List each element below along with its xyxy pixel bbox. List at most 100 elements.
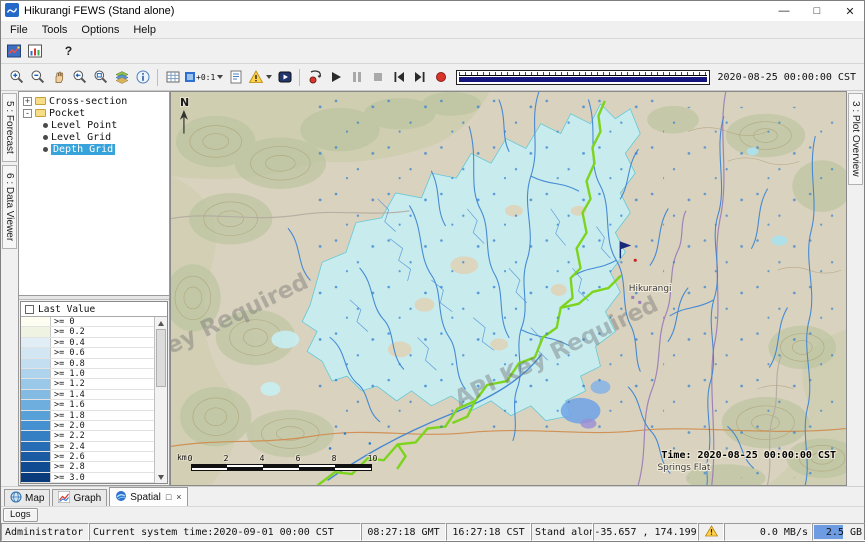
- play-button[interactable]: [325, 67, 346, 88]
- float-tab-icon[interactable]: □: [166, 492, 171, 502]
- legend-row: >= 1.4: [21, 390, 154, 400]
- legend-swatch: [21, 411, 51, 420]
- tree-item-pocket[interactable]: - Pocket: [19, 107, 169, 119]
- tree-item-level-grid[interactable]: Level Grid: [19, 131, 169, 143]
- map-time-label: Time: 2020-08-25 00:00:00 CST: [661, 450, 836, 461]
- legend-label: >= 0: [51, 317, 74, 326]
- record-movie-button[interactable]: [430, 67, 451, 88]
- menu-bar: FileToolsOptionsHelp: [1, 21, 864, 39]
- scale-tick-label: 10: [368, 454, 404, 464]
- tab-map[interactable]: Map: [4, 489, 50, 506]
- legend-row: >= 0.6: [21, 348, 154, 358]
- scrollbar-thumb[interactable]: [156, 329, 166, 387]
- last-value-label: Last Value: [38, 304, 95, 315]
- legend-row: >= 2.2: [21, 431, 154, 441]
- grid-display-button[interactable]: [162, 67, 183, 88]
- last-value-checkbox[interactable]: [25, 305, 34, 314]
- legend-row: >= 3.0: [21, 473, 154, 483]
- title-bar: Hikurangi FEWS (Stand alone) — □ ✕: [1, 1, 864, 21]
- help-button[interactable]: ?: [58, 41, 79, 62]
- legend-label: >= 0.6: [51, 348, 85, 357]
- tree-item-label: Cross-section: [49, 96, 127, 107]
- menu-item[interactable]: File: [3, 23, 35, 37]
- pause-button[interactable]: [346, 67, 367, 88]
- stop-button[interactable]: [367, 67, 388, 88]
- app-window: Hikurangi FEWS (Stand alone) — □ ✕ FileT…: [0, 0, 865, 542]
- legend-label: >= 2.4: [51, 442, 85, 451]
- legend-swatch: [21, 359, 51, 368]
- spatial-icon: [115, 490, 127, 505]
- panel-splitter[interactable]: [19, 296, 169, 300]
- menu-item[interactable]: Options: [74, 23, 126, 37]
- profile-display-button[interactable]: [225, 67, 246, 88]
- legend-row: >= 2.4: [21, 442, 154, 452]
- expand-icon[interactable]: +: [23, 97, 32, 106]
- tab-graph[interactable]: Graph: [52, 489, 107, 506]
- logs-row: Logs: [1, 506, 864, 523]
- info-button[interactable]: [132, 67, 153, 88]
- legend-row: >= 0.2: [21, 327, 154, 337]
- legend-label: >= 2.8: [51, 462, 85, 471]
- legend-swatch: [21, 400, 51, 409]
- map-canvas[interactable]: API Key Required API Key Required Hikura…: [171, 92, 846, 485]
- tab-data-viewer[interactable]: 6 : Data Viewer: [2, 165, 17, 249]
- chart-icon: [58, 491, 70, 506]
- status-warning[interactable]: [698, 523, 724, 541]
- legend-row: >= 1.6: [21, 400, 154, 410]
- tab-forecast[interactable]: 5 : Forecast: [2, 93, 17, 162]
- time-slider[interactable]: [456, 70, 709, 85]
- locality-label: Springs Flat: [658, 463, 711, 473]
- menu-item[interactable]: Tools: [35, 23, 75, 37]
- minimize-button[interactable]: —: [770, 1, 798, 21]
- current-time-button[interactable]: [304, 67, 325, 88]
- legend-label: >= 1.2: [51, 379, 85, 388]
- zoom-previous-button[interactable]: [69, 67, 90, 88]
- main-area: 5 : Forecast 6 : Data Viewer + Cross-sec…: [1, 91, 864, 486]
- tab-spatial[interactable]: Spatial □ ×: [109, 487, 187, 506]
- scale-tick-label: 6: [296, 454, 332, 464]
- zoom-in-button[interactable]: [6, 67, 27, 88]
- logs-button[interactable]: Logs: [3, 508, 38, 522]
- scroll-down-icon[interactable]: [155, 471, 167, 483]
- step-last-button[interactable]: [409, 67, 430, 88]
- scale-ticks: 0246810: [191, 454, 407, 464]
- status-local-time: 16:27:18 CST: [446, 523, 531, 541]
- maximize-button[interactable]: □: [803, 1, 831, 21]
- station-dots: [310, 97, 842, 478]
- legend-swatch: [21, 317, 51, 326]
- legend-label: >= 3.0: [51, 473, 85, 482]
- scrollbar-track[interactable]: [155, 329, 167, 471]
- movie-player-button[interactable]: [274, 67, 295, 88]
- legend-scrollbar[interactable]: [154, 317, 167, 483]
- scroll-up-icon[interactable]: [155, 317, 167, 329]
- tree-item-level-point[interactable]: Level Point: [19, 119, 169, 131]
- scale-tick-label: 0: [188, 454, 224, 464]
- timeseries-display-icon[interactable]: [25, 41, 46, 62]
- step-first-button[interactable]: [388, 67, 409, 88]
- folder-icon: [35, 97, 46, 105]
- legend-swatch: [21, 442, 51, 451]
- legend-swatch: [21, 452, 51, 461]
- legend-label: >= 1.8: [51, 411, 85, 420]
- status-coordinates: -35.657 , 174.199: [593, 523, 698, 541]
- layers-button[interactable]: [111, 67, 132, 88]
- warning-threshold-dropdown[interactable]: [246, 67, 274, 88]
- map-display-icon[interactable]: [4, 41, 25, 62]
- close-tab-icon[interactable]: ×: [176, 492, 181, 502]
- layer-tree: + Cross-section - Pocket Level Point Lev…: [19, 92, 169, 296]
- pan-hand-button[interactable]: [48, 67, 69, 88]
- status-mode: Stand alone: [531, 523, 593, 541]
- menu-item[interactable]: Help: [126, 23, 163, 37]
- zoom-out-button[interactable]: [27, 67, 48, 88]
- tree-item-depth-grid[interactable]: Depth Grid: [19, 143, 169, 155]
- close-button[interactable]: ✕: [836, 1, 864, 21]
- zoom-extent-button[interactable]: [90, 67, 111, 88]
- time-interval-dropdown[interactable]: +0:1: [183, 67, 225, 88]
- tab-graph-label: Graph: [73, 493, 101, 504]
- legend-row: >= 0.4: [21, 338, 154, 348]
- tree-item-cross-section[interactable]: + Cross-section: [19, 95, 169, 107]
- collapse-icon[interactable]: -: [23, 109, 32, 118]
- bullet-icon: [43, 123, 48, 128]
- map-viewport[interactable]: API Key Required API Key Required Hikura…: [170, 91, 847, 486]
- tab-plot-overview[interactable]: 3 : Plot Overview: [848, 93, 863, 185]
